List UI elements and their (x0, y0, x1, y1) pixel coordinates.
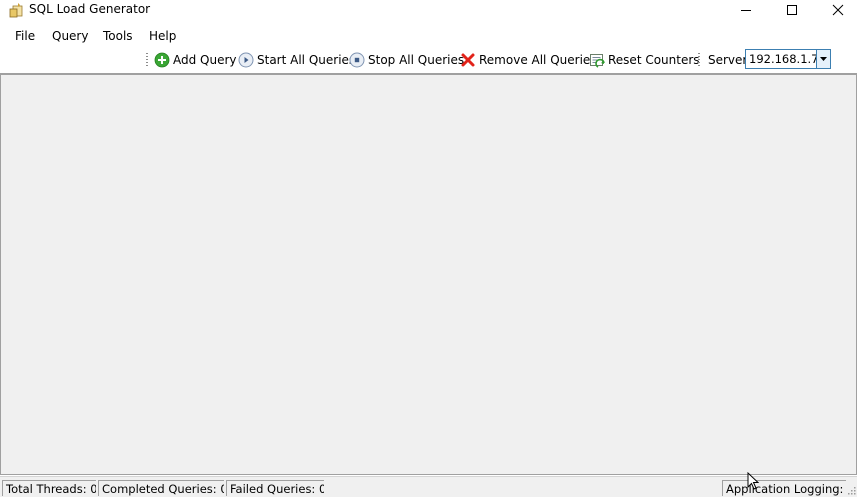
maximize-icon (787, 5, 797, 15)
close-button[interactable] (815, 0, 857, 20)
reset-counters-label: Reset Counters (608, 52, 700, 67)
maximize-button[interactable] (769, 0, 815, 20)
reset-counters-icon (590, 53, 605, 68)
add-query-button[interactable]: Add Query (154, 50, 237, 69)
chevron-down-icon (820, 57, 827, 61)
toolbar-grip[interactable] (698, 53, 700, 67)
menu-query[interactable]: Query (52, 27, 88, 45)
menu-bar: File Query Tools Help (0, 25, 857, 47)
completed-queries-status: Completed Queries: 0 (98, 480, 224, 496)
failed-queries-status: Failed Queries: 0 (226, 480, 324, 496)
toolbar-grip[interactable] (146, 53, 148, 67)
title-bar: SQL Load Generator (0, 0, 857, 24)
add-query-label: Add Query (173, 52, 237, 67)
query-workspace[interactable] (0, 74, 857, 475)
server-label: Server (708, 53, 748, 67)
mouse-cursor-icon (747, 472, 759, 490)
menu-tools[interactable]: Tools (103, 27, 133, 45)
stop-all-queries-label: Stop All Queries (368, 52, 465, 67)
status-bar: Total Threads: 0 Completed Queries: 0 Fa… (0, 476, 857, 497)
menu-file[interactable]: File (15, 27, 35, 45)
window-title: SQL Load Generator (29, 2, 151, 16)
stop-all-queries-button[interactable]: Stop All Queries (349, 50, 464, 69)
close-icon (832, 4, 844, 16)
application-logging-status: Application Logging: O (722, 480, 846, 496)
remove-icon (461, 53, 475, 66)
menu-help[interactable]: Help (149, 27, 176, 45)
server-combobox[interactable]: 192.168.1.71 (745, 49, 831, 69)
reset-counters-button[interactable]: Reset Counters (589, 50, 700, 69)
stop-icon (349, 52, 365, 67)
app-icon (9, 3, 23, 18)
play-icon (238, 52, 254, 67)
server-dropdown-button[interactable] (816, 50, 830, 68)
remove-all-queries-button[interactable]: Remove All Queries (460, 50, 597, 69)
toolbar: Add Query Start All Queries Stop All Que… (0, 47, 857, 74)
minimize-button[interactable] (723, 0, 769, 20)
size-grip-icon[interactable] (846, 485, 856, 495)
total-threads-status: Total Threads: 0 (2, 480, 96, 496)
server-value[interactable]: 192.168.1.71 (749, 51, 826, 67)
minimize-icon (741, 10, 751, 11)
start-all-queries-label: Start All Queries (257, 52, 356, 67)
add-icon (154, 52, 170, 67)
remove-all-queries-label: Remove All Queries (479, 52, 597, 67)
start-all-queries-button[interactable]: Start All Queries (238, 50, 355, 69)
